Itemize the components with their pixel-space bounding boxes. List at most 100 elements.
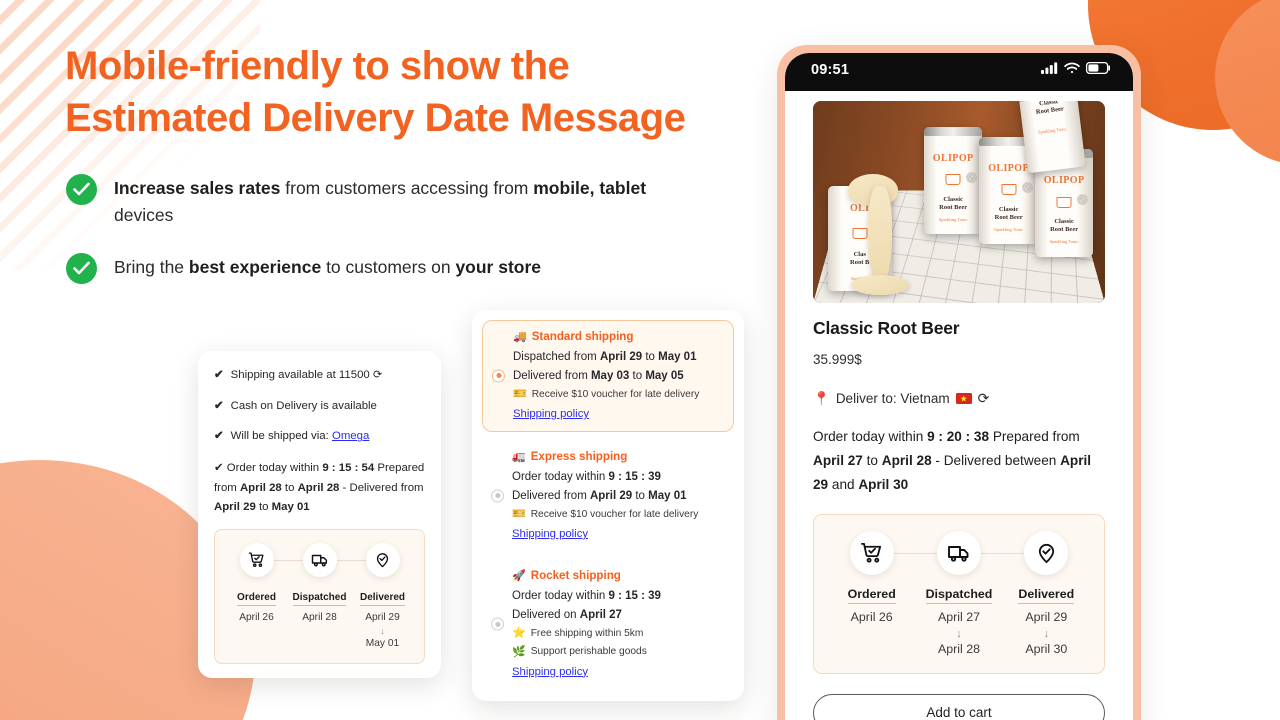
list-item: ✔ Cash on Delivery is available: [214, 398, 425, 416]
option-perk: 🌿 Support perishable goods: [512, 643, 724, 662]
timeline-step-label: Delivered: [359, 592, 406, 606]
timeline-step-date-end: April 28: [937, 641, 980, 656]
timeline-icons: [828, 530, 1090, 575]
timeline-step-date: April 27: [937, 609, 980, 624]
estimated-delivery-message: Order today within 9 : 20 : 38 Prepared …: [813, 429, 1092, 493]
timeline-step-date-end: April 30: [1025, 641, 1068, 656]
timeline-step: Dispatched April 27 ↓ April 28: [915, 585, 1002, 659]
option-title-row: 🚀 Rocket shipping: [512, 569, 724, 582]
carrier-text: Will be shipped via: Omega: [230, 430, 370, 443]
product-image[interactable]: OLIPOP Classic Root Beer Sparkling Tonic O…: [813, 101, 1105, 303]
option-perk: 🎫 Receive $10 voucher for late delivery: [512, 505, 724, 524]
timeline-step: Ordered April 26: [225, 587, 288, 652]
shipping-info-card: ✔ Shipping available at 11500 ⟳ ✔ Cash o…: [198, 351, 441, 679]
carrier-link[interactable]: Omega: [332, 430, 369, 442]
rocket-icon: 🚀: [512, 569, 526, 582]
list-item: Bring the best experience to customers o…: [66, 252, 706, 285]
option-line: Dispatched from April 29 to May 01: [513, 351, 697, 363]
option-line: Order today within 9 : 15 : 39: [512, 589, 661, 602]
product-can: Classic Root Beer Sparkling Tonic: [1018, 101, 1087, 173]
cod-text: Cash on Delivery is available: [230, 399, 377, 412]
shipping-option-rocket[interactable]: 🚀 Rocket shipping Order today within 9 :…: [482, 560, 734, 689]
voucher-icon: 🎫: [512, 508, 526, 521]
page-title: Mobile-friendly to show the Estimated De…: [65, 44, 686, 140]
promo-banner: Mobile-friendly to show the Estimated De…: [0, 0, 1280, 720]
option-line: Delivered on April 27: [512, 608, 622, 621]
shipping-policy-link[interactable]: Shipping policy: [512, 528, 588, 540]
option-title: Standard shipping: [531, 330, 634, 343]
timeline-step-label: Ordered: [847, 587, 896, 604]
truck-icon: [936, 530, 981, 575]
timeline-icons: [225, 542, 414, 577]
deliver-to-row: 📍 Deliver to: Vietnam ⟳: [813, 390, 1105, 407]
countdown-timer: 9 : 15 : 54: [322, 462, 375, 475]
add-to-cart-button[interactable]: Add to cart: [813, 693, 1105, 720]
product-title: Classic Root Beer: [813, 318, 960, 338]
timeline-step-date: April 28: [302, 611, 337, 623]
timeline-arrow-icon: ↓: [956, 627, 962, 640]
delivery-timeline: Ordered April 26 Dispatched April 28 Del…: [214, 528, 425, 665]
list-item: Increase sales rates from customers acce…: [66, 173, 706, 228]
check-pin-icon: [365, 542, 400, 577]
radio-express[interactable]: [491, 489, 504, 503]
timeline-step-label: Delivered: [1018, 587, 1075, 604]
option-line: Delivered from April 29 to May 01: [512, 489, 687, 502]
sync-icon[interactable]: ⟳: [978, 390, 990, 407]
timeline-labels: Ordered April 26 Dispatched April 28 Del…: [225, 587, 414, 652]
estimated-delivery-message: ✔ Order today within 9 : 15 : 54 Prepare…: [214, 462, 425, 514]
status-indicators: [1041, 61, 1111, 79]
radio-standard[interactable]: [492, 369, 505, 383]
list-item: ✔ Shipping available at 11500 ⟳: [214, 367, 425, 385]
foam-puddle: [850, 274, 910, 295]
timeline-step: Ordered April 26: [828, 585, 915, 659]
express-truck-icon: 🚛: [512, 450, 526, 463]
timeline-step-label: Ordered: [237, 592, 276, 606]
product-page: OLIPOP Classic Root Beer Sparkling Tonic O…: [785, 91, 1133, 720]
check-icon: ✔: [214, 369, 224, 381]
timeline-step-date-end: May 01: [365, 638, 400, 650]
option-title: Express shipping: [530, 449, 628, 463]
location-pin-icon: 📍: [813, 390, 830, 406]
phone-mockup: 09:51 OLIPOP Classic Root Beer Sparkling…: [777, 45, 1141, 720]
check-circle-icon: [66, 253, 97, 285]
shipping-policy-link[interactable]: Shipping policy: [512, 666, 588, 678]
leaf-icon: 🌿: [512, 645, 526, 658]
delivery-van-icon: 🚚: [513, 331, 527, 343]
vietnam-flag-icon: [955, 393, 972, 404]
timeline-arrow-icon: ↓: [1043, 627, 1050, 640]
timeline-step-label: Dispatched: [925, 587, 993, 604]
shipping-option-express[interactable]: 🚛 Express shipping Order today within 9 …: [482, 441, 734, 551]
check-pin-icon: [1024, 530, 1069, 575]
foam-pour: [868, 185, 892, 285]
shipping-option-standard[interactable]: 🚚 Standard shipping Dispatched from Apri…: [482, 320, 734, 432]
cart-icon: [849, 530, 894, 575]
check-icon: ✔: [214, 399, 224, 412]
shipping-policy-link[interactable]: Shipping policy: [513, 408, 589, 420]
truck-icon: [302, 542, 337, 577]
timeline-step: Delivered April 29 ↓ May 01: [351, 587, 414, 652]
benefit-list: Increase sales rates from customers acce…: [66, 173, 706, 308]
wifi-icon: [1064, 61, 1080, 79]
shipping-options-card: 🚚 Standard shipping Dispatched from Apri…: [472, 310, 744, 701]
product-price: 35.999$: [813, 352, 862, 367]
timeline-step-date: April 29: [365, 611, 400, 623]
option-line: Order today within 9 : 15 : 39: [512, 470, 661, 483]
timeline-labels: Ordered April 26 Dispatched April 27 ↓ A…: [828, 585, 1090, 659]
phone-screen: 09:51 OLIPOP Classic Root Beer Sparkling…: [785, 53, 1133, 720]
sync-icon[interactable]: ⟳: [373, 367, 382, 384]
option-line: Delivered from May 03 to May 05: [513, 369, 684, 382]
benefit-text-0: Increase sales rates from customers acce…: [114, 178, 647, 225]
list-item: ✔ Will be shipped via: Omega: [214, 428, 425, 446]
option-title: Rocket shipping: [530, 568, 621, 582]
timeline-step-date: April 26: [850, 609, 893, 624]
deliver-to-label: Deliver to: Vietnam: [835, 391, 950, 406]
cart-icon: [239, 542, 274, 577]
option-title-row: 🚚 Standard shipping: [513, 330, 723, 343]
shipping-available-text: Shipping available at 11500 ⟳: [231, 367, 383, 385]
timeline-step: Dispatched April 28: [288, 587, 351, 652]
radio-rocket[interactable]: [491, 617, 504, 631]
timeline-step-label: Dispatched: [292, 592, 347, 606]
timeline-arrow-icon: ↓: [380, 625, 385, 636]
status-time: 09:51: [811, 62, 850, 78]
check-icon: ✔: [214, 430, 224, 443]
